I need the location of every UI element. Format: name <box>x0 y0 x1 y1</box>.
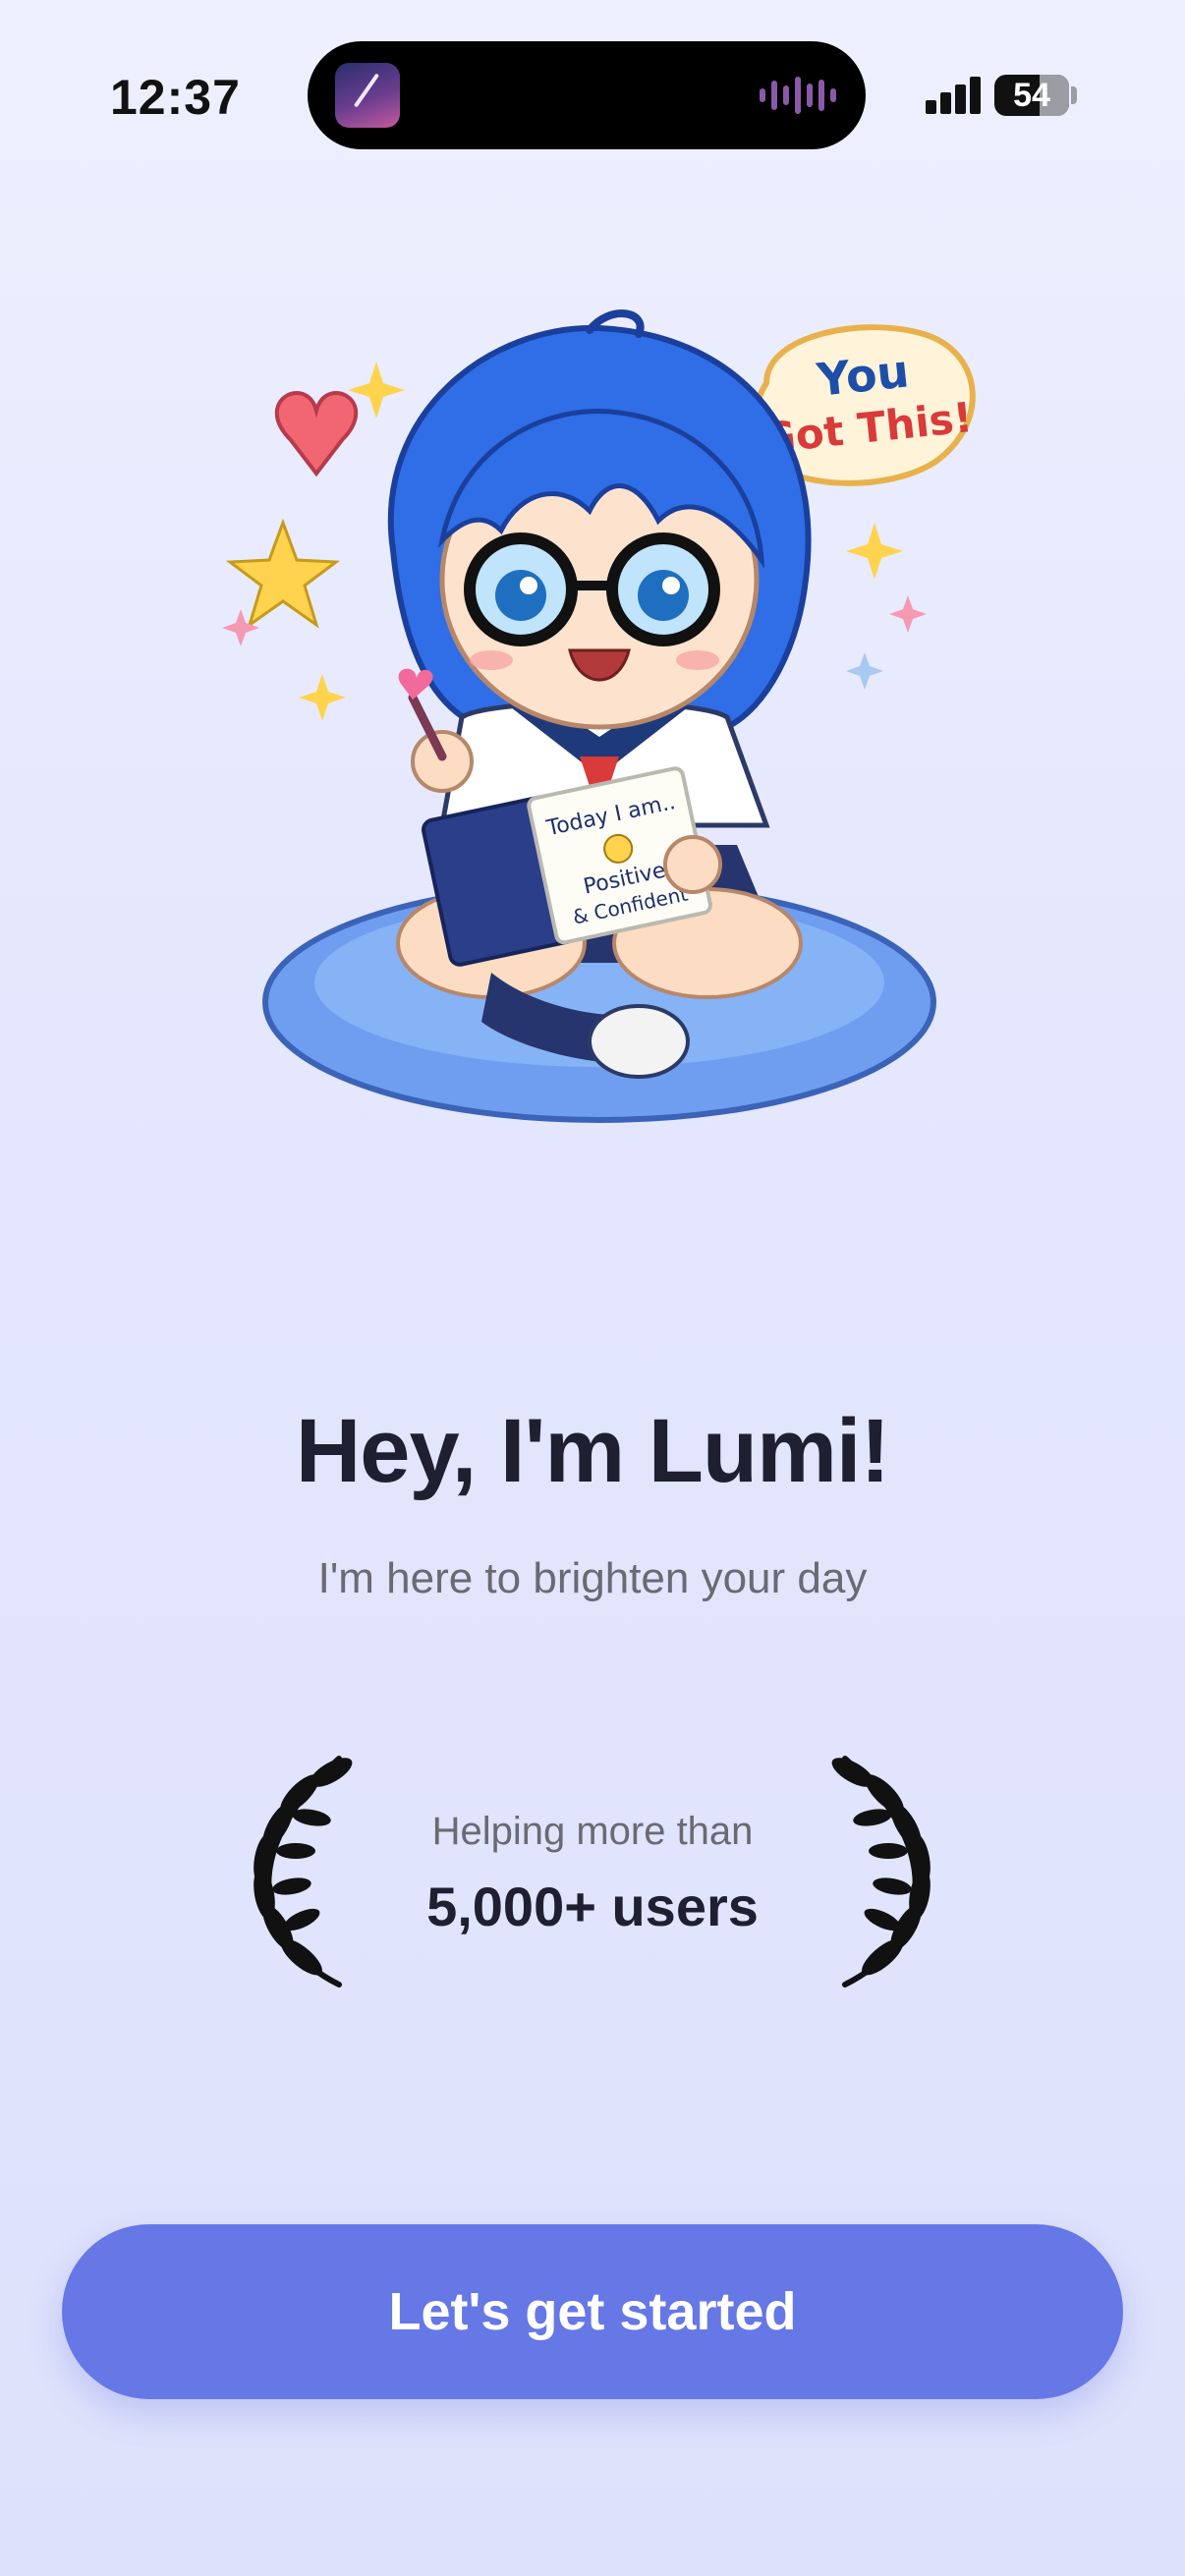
battery-cap <box>1071 86 1077 104</box>
laurel-right-icon <box>831 1756 931 1988</box>
social-proof-value: 5,000+ users <box>426 1876 759 1937</box>
audio-waveform-icon <box>760 75 836 116</box>
welcome-title: Hey, I'm Lumi! <box>295 1401 890 1501</box>
laurel-left-icon <box>254 1756 353 1988</box>
cellular-signal-icon <box>926 75 983 114</box>
status-time: 12:37 <box>110 70 241 125</box>
star-icon <box>225 518 341 629</box>
dynamic-island[interactable] <box>308 41 866 149</box>
battery-level: 54 <box>1013 77 1050 114</box>
social-proof-label: Helping more than <box>431 1810 754 1853</box>
lumi-mascot-illustration: You Got This! Today I am.. Positive & Co… <box>197 295 1002 1159</box>
get-started-button[interactable]: Let's get started <box>62 2224 1123 2399</box>
status-bar: 12:37 54 <box>0 0 1185 187</box>
now-playing-thumbnail-icon <box>335 63 400 128</box>
heart-icon <box>274 391 359 477</box>
welcome-subtitle: I'm here to brighten your day <box>317 1554 868 1602</box>
svg-text:You: You <box>814 344 912 407</box>
battery-icon: 54 <box>994 75 1069 116</box>
